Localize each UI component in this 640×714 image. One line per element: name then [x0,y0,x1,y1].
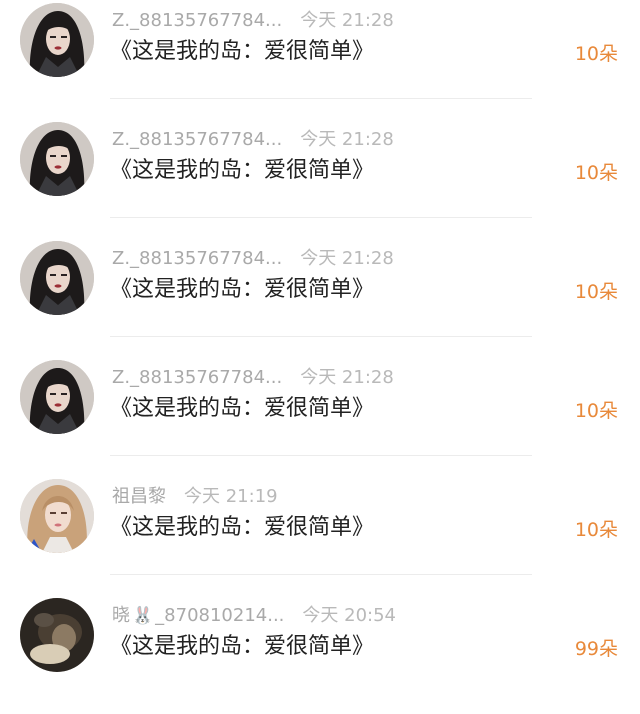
gift-meta: Z._88135767784... 今天 21:28 [112,8,394,34]
list-item[interactable]: Z._88135767784... 今天 21:28 《这是我的岛：爱很简单》 1… [0,238,640,357]
woman-dark-hair-avatar-icon [20,3,94,77]
timestamp: 今天 21:28 [300,129,394,150]
book-title[interactable]: 《这是我的岛：爱很简单》 [110,36,374,68]
flower-count: 99朵 [574,638,618,660]
username[interactable]: Z._88135767784... [112,8,282,34]
timestamp: 今天 21:28 [300,248,394,269]
divider [110,336,532,337]
avatar[interactable] [20,360,94,434]
book-title[interactable]: 《这是我的岛：爱很简单》 [110,512,374,544]
avatar[interactable] [20,479,94,553]
username-prefix: 晓 [112,605,130,626]
gift-meta: Z._88135767784... 今天 21:28 [112,127,394,153]
username[interactable]: Z._88135767784... [112,246,282,272]
divider [110,217,532,218]
flower-count: 10朵 [574,519,618,541]
list-item[interactable]: 祖昌黎 今天 21:19 《这是我的岛：爱很简单》 10朵 [0,476,640,595]
gift-meta: Z._88135767784... 今天 21:28 [112,246,394,272]
username[interactable]: Z._88135767784... [112,365,282,391]
book-title[interactable]: 《这是我的岛：爱很简单》 [110,274,374,306]
woman-dark-hair-avatar-icon [20,360,94,434]
divider [110,455,532,456]
timestamp: 今天 21:28 [300,367,394,388]
book-title[interactable]: 《这是我的岛：爱很简单》 [110,393,374,425]
username[interactable]: 祖昌黎 [112,484,166,510]
list-item[interactable]: Z._88135767784... 今天 21:28 《这是我的岛：爱很简单》 1… [0,119,640,238]
timestamp: 今天 21:19 [184,486,278,507]
dark-photo-avatar-icon [20,598,94,672]
username[interactable]: 晓 🐰 _870810214... [112,603,284,629]
flower-count: 10朵 [574,162,618,184]
flower-count: 10朵 [574,400,618,422]
timestamp: 今天 21:28 [300,10,394,31]
username-suffix: _870810214... [155,605,285,626]
woman-dark-hair-avatar-icon [20,122,94,196]
flower-count: 10朵 [574,43,618,65]
gift-meta: 晓 🐰 _870810214... 今天 20:54 [112,603,396,629]
woman-dark-hair-avatar-icon [20,241,94,315]
book-title[interactable]: 《这是我的岛：爱很简单》 [110,155,374,187]
flower-count: 10朵 [574,281,618,303]
book-title[interactable]: 《这是我的岛：爱很简单》 [110,631,374,663]
gift-meta: Z._88135767784... 今天 21:28 [112,365,394,391]
list-item[interactable]: Z._88135767784... 今天 21:28 《这是我的岛：爱很简单》 1… [0,357,640,476]
rabbit-icon: 🐰 [132,606,154,626]
list-item[interactable]: Z._88135767784... 今天 21:28 《这是我的岛：爱很简单》 1… [0,0,640,119]
avatar[interactable] [20,122,94,196]
divider [110,574,532,575]
divider [110,98,532,99]
timestamp: 今天 20:54 [302,605,397,626]
list-item[interactable]: 晓 🐰 _870810214... 今天 20:54 《这是我的岛：爱很简单》 99朵 [0,595,640,714]
avatar[interactable] [20,241,94,315]
username[interactable]: Z._88135767784... [112,127,282,153]
avatar[interactable] [20,3,94,77]
gift-meta: 祖昌黎 今天 21:19 [112,484,278,510]
gift-record-list: Z._88135767784... 今天 21:28 《这是我的岛：爱很简单》 1… [0,0,640,690]
woman-blonde-avatar-icon [20,479,94,553]
avatar[interactable] [20,598,94,672]
